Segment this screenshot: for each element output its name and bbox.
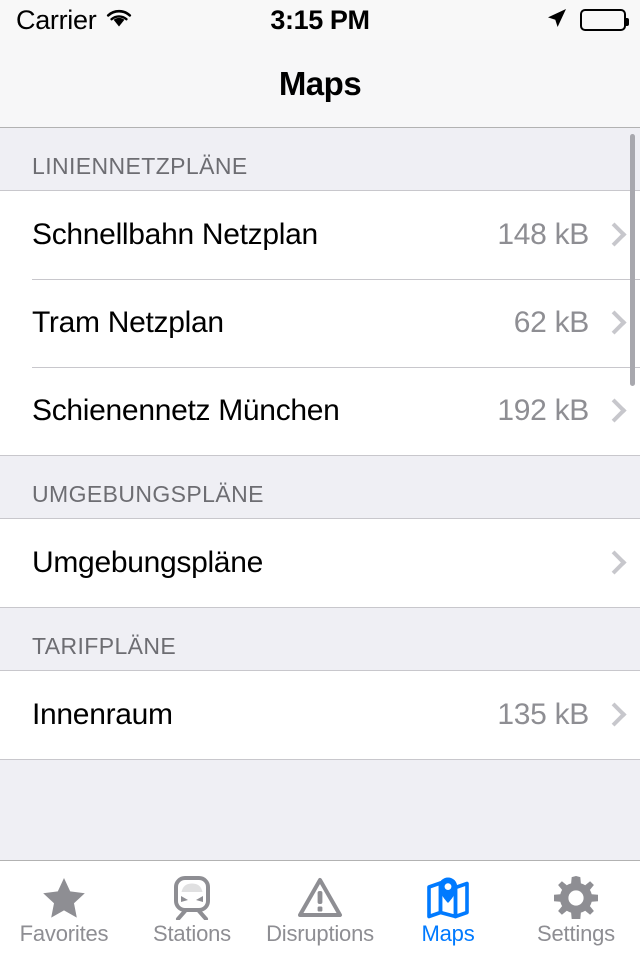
list-item-accessory <box>589 552 618 574</box>
list-item-accessory: 192 kB <box>497 394 618 428</box>
battery-full-icon <box>580 9 629 31</box>
train-icon <box>166 876 218 920</box>
list-item-title: Schnellbahn Netzplan <box>32 218 318 251</box>
list-item-size: 135 kB <box>497 698 589 731</box>
section-body: Schnellbahn Netzplan 148 kB Tram Netzplan 6… <box>0 190 640 456</box>
chevron-right-icon <box>605 400 618 422</box>
list-item[interactable]: Schnellbahn Netzplan 148 kB <box>0 191 640 279</box>
section-header: UMGEBUNGSPLÄNE <box>0 456 640 518</box>
tab-disruptions[interactable]: Disruptions <box>256 861 384 960</box>
section-header: LINIENNETZPLÄNE <box>0 128 640 190</box>
status-bar-right <box>545 6 629 35</box>
list-item[interactable]: Tram Netzplan 62 kB <box>0 279 640 367</box>
list-item-title: Umgebungspläne <box>32 546 263 579</box>
list-item-accessory: 135 kB <box>497 698 618 732</box>
list-item[interactable]: Innenraum 135 kB <box>0 671 640 759</box>
tab-label: Maps <box>421 921 475 946</box>
chevron-right-icon <box>605 312 618 334</box>
section-body: Innenraum 135 kB <box>0 670 640 760</box>
tab-stations[interactable]: Stations <box>128 861 256 960</box>
list-item-accessory: 148 kB <box>497 218 618 252</box>
scroll-indicator[interactable] <box>630 134 635 386</box>
list-item-title: Tram Netzplan <box>32 306 224 339</box>
navigation-bar: Maps <box>0 40 640 128</box>
maps-list[interactable]: LINIENNETZPLÄNE Schnellbahn Netzplan 148 k… <box>0 128 640 860</box>
tab-bar: Favorites Stations Disruptions Maps Settings <box>0 860 640 960</box>
tab-label: Stations <box>153 921 231 946</box>
warning-icon <box>294 876 346 920</box>
page-title: Maps <box>278 64 362 102</box>
status-bar: Carrier 3:15 PM <box>0 0 640 40</box>
tab-label: Disruptions <box>266 921 374 946</box>
tab-maps[interactable]: Maps <box>384 861 512 960</box>
clock-label: 3:15 PM <box>270 4 370 35</box>
list-item-title: Schienennetz München <box>32 394 340 427</box>
app-screen: Carrier 3:15 PM Maps LINIENNETZPLÄNE Sch… <box>0 0 640 960</box>
tab-label: Favorites <box>19 921 109 946</box>
list-item-size: 192 kB <box>497 394 589 427</box>
list-item-title: Innenraum <box>32 698 173 731</box>
tab-settings[interactable]: Settings <box>512 861 640 960</box>
chevron-right-icon <box>605 704 618 726</box>
status-bar-left: Carrier <box>16 5 133 36</box>
chevron-right-icon <box>605 224 618 246</box>
section-header: TARIFPLÄNE <box>0 608 640 670</box>
star-icon <box>38 876 90 920</box>
map-pin-icon <box>422 876 474 920</box>
section-body: Umgebungspläne <box>0 518 640 608</box>
list-item-size: 148 kB <box>497 218 589 251</box>
location-arrow-icon <box>545 6 569 35</box>
tab-favorites[interactable]: Favorites <box>0 861 128 960</box>
list-item[interactable]: Schienennetz München 192 kB <box>0 367 640 455</box>
list-sections: LINIENNETZPLÄNE Schnellbahn Netzplan 148 k… <box>0 128 640 760</box>
gear-icon <box>550 876 602 920</box>
wifi-icon <box>105 7 133 34</box>
tab-label: Settings <box>537 921 615 946</box>
list-item-accessory: 62 kB <box>514 306 618 340</box>
carrier-label: Carrier <box>16 4 97 35</box>
list-item-size: 62 kB <box>513 306 590 339</box>
list-item[interactable]: Umgebungspläne <box>0 519 640 607</box>
chevron-right-icon <box>605 552 618 574</box>
